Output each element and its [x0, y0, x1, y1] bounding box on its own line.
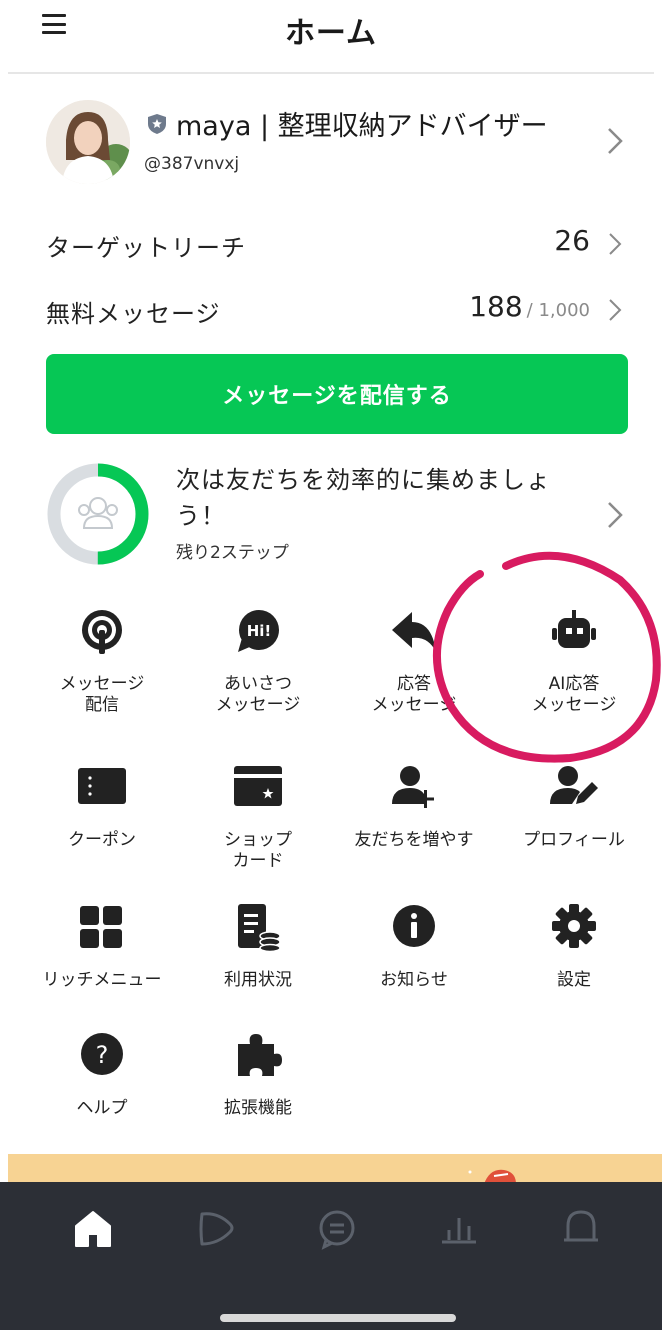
menu-item-shop-card[interactable]: ショップ カード: [178, 764, 338, 894]
usage-icon: [238, 904, 281, 952]
menu-item-settings[interactable]: 設定: [494, 904, 654, 1034]
robot-icon: [552, 610, 596, 648]
menu-item-label: 設定: [557, 970, 591, 990]
free-messages-label: 無料メッセージ: [46, 300, 221, 328]
account-id: @387vnvxj: [144, 154, 240, 174]
account-name-text: maya | 整理収納アドバイザー: [176, 111, 548, 142]
menu-item-label: ショップ カード: [224, 830, 292, 871]
target-reach-value: 26: [554, 224, 590, 257]
menu-item-ai-reply[interactable]: AI応答 メッセージ: [494, 608, 654, 738]
menu-item-auto-reply[interactable]: 応答 メッセージ: [334, 608, 494, 738]
account-name: maya | 整理収納アドバイザー: [146, 104, 548, 143]
header-divider: [8, 72, 654, 74]
promo-banner[interactable]: [8, 1154, 662, 1184]
menu-item-usage[interactable]: 利用状況: [178, 904, 338, 1034]
notification-icon[interactable]: [556, 1204, 606, 1254]
puzzle-icon: [238, 1034, 282, 1076]
info-icon: [393, 905, 435, 947]
menu-item-label: プロフィール: [523, 830, 625, 850]
page-title: ホーム: [284, 16, 378, 51]
help-icon: ?: [81, 1033, 123, 1075]
menu-item-add-friends[interactable]: 友だちを増やす: [334, 764, 494, 894]
profile-edit-icon: [550, 766, 598, 804]
menu-item-label: 友だちを増やす: [354, 830, 474, 850]
send-message-button[interactable]: メッセージを配信する: [46, 354, 628, 434]
add-friend-icon: [392, 766, 434, 808]
free-messages-value-group: 188/ 1,000: [469, 290, 590, 323]
menu-item-coupon[interactable]: クーポン: [22, 764, 182, 894]
menu-item-label: リッチメニュー: [42, 970, 162, 990]
next-step-subtitle: 残り2ステップ: [176, 543, 289, 563]
progress-ring: [47, 463, 149, 565]
menu-item-broadcast[interactable]: メッセージ 配信: [22, 608, 182, 738]
home-icon[interactable]: [68, 1204, 118, 1254]
menu-item-label: 利用状況: [224, 970, 292, 990]
rich-menu-icon: [80, 906, 122, 948]
chevron-right-icon: [609, 233, 622, 255]
menu-item-label: クーポン: [68, 830, 136, 850]
chat-icon[interactable]: [312, 1204, 362, 1254]
chevron-right-icon: [608, 502, 623, 528]
menu-item-label: ヘルプ: [76, 1098, 128, 1118]
hi-bubble-icon: Hi!: [238, 610, 279, 652]
free-messages-total: / 1,000: [526, 300, 590, 321]
next-step-title: 次は友だちを効率的に集めましょう！: [176, 466, 551, 530]
account-card[interactable]: maya | 整理収納アドバイザー @387vnvxj: [46, 100, 636, 190]
gear-icon: [552, 904, 596, 948]
menu-item-label: AI応答 メッセージ: [531, 674, 617, 715]
bottom-tab-bar: [0, 1182, 662, 1330]
menu-item-label: あいさつ メッセージ: [215, 674, 301, 715]
voom-icon[interactable]: [190, 1204, 240, 1254]
menu-item-extensions[interactable]: 拡張機能: [178, 1032, 338, 1162]
reply-arrow-icon: [392, 612, 436, 652]
coupon-icon: [78, 768, 126, 804]
svg-text:Hi!: Hi!: [247, 622, 272, 640]
chevron-right-icon: [609, 299, 622, 321]
menu-item-label: 応答 メッセージ: [371, 674, 457, 715]
menu-item-label: お知らせ: [380, 970, 448, 990]
shop-card-icon: [234, 766, 282, 806]
home-indicator: [220, 1314, 456, 1322]
broadcast-icon: [82, 610, 122, 654]
free-messages-value: 188: [469, 290, 523, 323]
menu-item-profile[interactable]: プロフィール: [494, 764, 654, 894]
menu-item-label: 拡張機能: [224, 1098, 292, 1118]
menu-item-rich-menu[interactable]: リッチメニュー: [22, 904, 182, 1034]
menu-item-help[interactable]: ? ヘルプ: [22, 1032, 182, 1162]
menu-item-greeting[interactable]: Hi! あいさつ メッセージ: [178, 608, 338, 738]
analytics-icon[interactable]: [434, 1204, 484, 1254]
friends-icon: [78, 497, 118, 529]
svg-text:?: ?: [96, 1041, 109, 1069]
app-header: ホーム: [0, 0, 662, 72]
shield-icon: [148, 113, 166, 134]
target-reach-row[interactable]: ターゲットリーチ 26: [46, 222, 626, 272]
menu-item-news[interactable]: お知らせ: [334, 904, 494, 1034]
avatar: [46, 100, 130, 184]
target-reach-label: ターゲットリーチ: [46, 234, 246, 262]
free-messages-row[interactable]: 無料メッセージ 188/ 1,000: [46, 288, 626, 338]
chevron-right-icon: [608, 128, 623, 154]
next-step-card[interactable]: 次は友だちを効率的に集めましょう！ 残り2ステップ: [46, 460, 636, 580]
menu-item-label: メッセージ 配信: [59, 674, 145, 715]
